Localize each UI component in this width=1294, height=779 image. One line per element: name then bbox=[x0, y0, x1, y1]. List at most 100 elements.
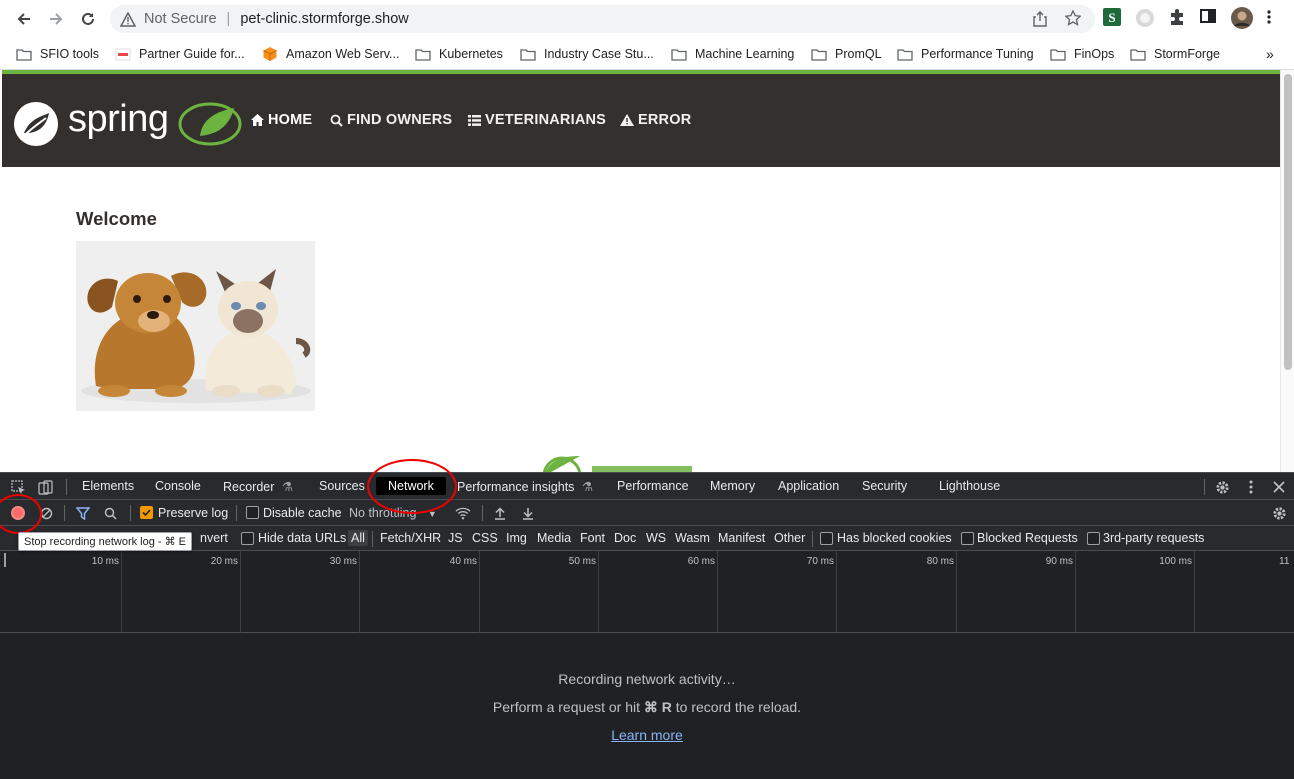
tick-label: 11 bbox=[1279, 556, 1290, 567]
bookmark-performance-tuning[interactable]: Performance Tuning bbox=[897, 43, 1034, 65]
filter-type-wasm[interactable]: Wasm bbox=[675, 531, 710, 545]
reload-icon[interactable] bbox=[77, 8, 99, 30]
filter-type-other[interactable]: Other bbox=[774, 531, 805, 545]
network-timeline-overview[interactable]: 10 ms 20 ms 30 ms 40 ms 50 ms 60 ms 70 m… bbox=[0, 551, 1294, 633]
bookmark-partner-guide[interactable]: Partner Guide for... bbox=[115, 43, 245, 65]
warning-icon bbox=[620, 114, 634, 126]
bookmark-sfio-tools[interactable]: SFIO tools bbox=[16, 43, 99, 65]
tick-label: 70 ms bbox=[806, 556, 834, 567]
third-party-requests-label[interactable]: 3rd-party requests bbox=[1103, 531, 1204, 545]
tab-security[interactable]: Security bbox=[862, 479, 907, 493]
nav-error[interactable]: ERROR bbox=[620, 112, 691, 128]
profile-avatar[interactable] bbox=[1231, 7, 1253, 29]
device-toolbar-icon[interactable] bbox=[37, 479, 53, 495]
hide-data-urls-checkbox[interactable] bbox=[241, 532, 254, 545]
tab-recorder[interactable]: Recorder ⚗ bbox=[223, 479, 293, 494]
filter-type-fetch-xhr[interactable]: Fetch/XHR bbox=[380, 531, 441, 545]
filter-type-js[interactable]: JS bbox=[448, 531, 463, 545]
devtools-close-icon[interactable] bbox=[1271, 479, 1287, 495]
timeline-tick: 100 ms bbox=[1159, 551, 1195, 633]
timeline-tick: 90 ms bbox=[1046, 551, 1076, 633]
spring-logo-text[interactable]: spring bbox=[68, 98, 169, 141]
preserve-log-label[interactable]: Preserve log bbox=[158, 506, 228, 520]
export-har-icon[interactable] bbox=[520, 505, 536, 521]
third-party-requests-checkbox[interactable] bbox=[1087, 532, 1100, 545]
side-panel-icon[interactable] bbox=[1200, 8, 1220, 28]
network-conditions-wifi-icon[interactable] bbox=[455, 505, 471, 521]
page-scrollbar[interactable] bbox=[1280, 70, 1294, 472]
hide-data-urls-label[interactable]: Hide data URLs bbox=[258, 531, 346, 545]
tab-memory[interactable]: Memory bbox=[710, 479, 755, 493]
nav-veterinarians[interactable]: VETERINARIANS bbox=[468, 112, 606, 128]
experiment-flask-icon: ⚗ bbox=[581, 480, 594, 494]
filter-icon[interactable] bbox=[75, 505, 91, 521]
preserve-log-checkbox[interactable] bbox=[140, 506, 153, 519]
bookmark-kubernetes[interactable]: Kubernetes bbox=[415, 43, 503, 65]
tab-sources[interactable]: Sources bbox=[319, 479, 365, 493]
spring-logo-icon[interactable] bbox=[12, 100, 60, 148]
list-icon bbox=[468, 114, 481, 126]
filter-type-all[interactable]: All bbox=[348, 530, 368, 546]
bookmark-finops[interactable]: FinOps bbox=[1050, 43, 1114, 65]
bookmark-machine-learning[interactable]: Machine Learning bbox=[671, 43, 794, 65]
forward-icon[interactable] bbox=[45, 8, 67, 30]
search-icon[interactable] bbox=[102, 505, 118, 521]
tab-application[interactable]: Application bbox=[778, 479, 839, 493]
more-bookmarks-button[interactable]: » bbox=[1266, 43, 1274, 65]
page-scrollbar-thumb[interactable] bbox=[1284, 74, 1292, 370]
disable-cache-label[interactable]: Disable cache bbox=[263, 506, 342, 520]
bookmark-promql[interactable]: PromQL bbox=[811, 43, 882, 65]
filter-type-doc[interactable]: Doc bbox=[614, 531, 636, 545]
network-settings-gear-icon[interactable] bbox=[1271, 505, 1287, 521]
folder-icon bbox=[415, 48, 431, 61]
disable-cache-checkbox[interactable] bbox=[246, 506, 259, 519]
svg-text:0151: 0151 bbox=[211, 133, 227, 140]
nav-home-label: HOME bbox=[268, 112, 313, 128]
tick-label: 20 ms bbox=[210, 556, 238, 567]
filter-type-img[interactable]: Img bbox=[506, 531, 527, 545]
blocked-requests-checkbox[interactable] bbox=[961, 532, 974, 545]
tab-performance-insights[interactable]: Performance insights ⚗ bbox=[457, 479, 593, 494]
has-blocked-cookies-checkbox[interactable] bbox=[820, 532, 833, 545]
timeline-tick: 80 ms bbox=[927, 551, 957, 633]
url-text[interactable]: pet-clinic.stormforge.show bbox=[240, 11, 408, 27]
address-bar[interactable]: Not Secure | pet-clinic.stormforge.show bbox=[110, 5, 1095, 33]
learn-more-link[interactable]: Learn more bbox=[611, 727, 683, 743]
tick-label: 60 ms bbox=[687, 556, 715, 567]
filter-type-manifest[interactable]: Manifest bbox=[718, 531, 765, 545]
security-label[interactable]: Not Secure bbox=[144, 11, 217, 27]
blocked-requests-label[interactable]: Blocked Requests bbox=[977, 531, 1078, 545]
import-har-icon[interactable] bbox=[492, 505, 508, 521]
timeline-tick: 40 ms bbox=[450, 551, 480, 633]
inspect-element-icon[interactable] bbox=[10, 479, 26, 495]
filter-type-media[interactable]: Media bbox=[537, 531, 571, 545]
extensions-puzzle-icon[interactable] bbox=[1168, 8, 1188, 28]
recording-status-text: Recording network activity… bbox=[558, 671, 736, 687]
filter-type-ws[interactable]: WS bbox=[646, 531, 666, 545]
bookmark-stormforge[interactable]: StormForge bbox=[1130, 43, 1220, 65]
nav-home[interactable]: HOME bbox=[251, 112, 312, 128]
invert-label[interactable]: nvert bbox=[200, 531, 228, 545]
toolbar-separator bbox=[64, 505, 65, 521]
tab-elements[interactable]: Elements bbox=[82, 479, 134, 493]
tick-label: 80 ms bbox=[926, 556, 954, 567]
browser-menu-icon[interactable] bbox=[1266, 8, 1286, 28]
filter-type-css[interactable]: CSS bbox=[472, 531, 498, 545]
tab-performance[interactable]: Performance bbox=[617, 479, 689, 493]
filter-type-font[interactable]: Font bbox=[580, 531, 605, 545]
back-icon[interactable] bbox=[13, 8, 35, 30]
extension-circle-icon[interactable] bbox=[1135, 8, 1155, 28]
bookmark-industry-case-studies[interactable]: Industry Case Stu... bbox=[520, 43, 654, 65]
devtools-settings-gear-icon[interactable] bbox=[1214, 479, 1230, 495]
tab-console[interactable]: Console bbox=[155, 479, 201, 493]
has-blocked-cookies-label[interactable]: Has blocked cookies bbox=[837, 531, 952, 545]
bookmark-star-icon[interactable] bbox=[1064, 9, 1082, 26]
share-icon[interactable] bbox=[1033, 11, 1049, 27]
tab-performance-insights-label: Performance insights bbox=[457, 480, 575, 494]
tick-label: 30 ms bbox=[329, 556, 357, 567]
bookmark-aws[interactable]: Amazon Web Serv... bbox=[262, 43, 399, 65]
stormforge-extension-icon[interactable]: S bbox=[1103, 8, 1123, 28]
tab-lighthouse[interactable]: Lighthouse bbox=[939, 479, 1000, 493]
devtools-more-options-icon[interactable] bbox=[1243, 479, 1259, 495]
nav-find-owners[interactable]: FIND OWNERS bbox=[330, 112, 452, 128]
